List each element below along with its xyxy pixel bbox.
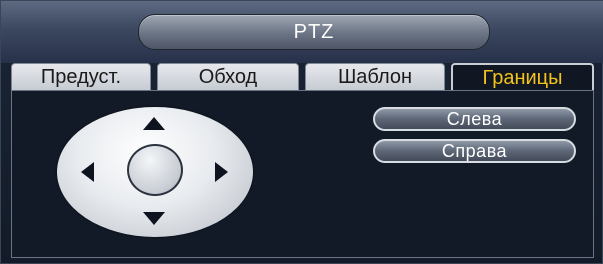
- tab-tour[interactable]: Обход: [157, 63, 299, 91]
- direction-pad: [57, 107, 253, 237]
- tab-limits[interactable]: Границы: [451, 63, 594, 91]
- ptz-window: PTZ Предуст. Обход Шаблон Границы Слева …: [0, 0, 603, 264]
- title-bar: PTZ: [1, 1, 603, 63]
- arrow-right-icon[interactable]: [215, 162, 228, 182]
- dpad-center-button[interactable]: [127, 144, 183, 196]
- set-left-limit-button[interactable]: Слева: [373, 107, 576, 131]
- arrow-down-icon[interactable]: [143, 212, 165, 225]
- tab-bar: Предуст. Обход Шаблон Границы: [11, 63, 594, 91]
- tab-pattern[interactable]: Шаблон: [305, 63, 445, 91]
- arrow-left-icon[interactable]: [81, 162, 94, 182]
- set-right-limit-button[interactable]: Справа: [373, 139, 576, 163]
- window-title: PTZ: [138, 14, 490, 50]
- tab-presets[interactable]: Предуст.: [11, 63, 151, 91]
- arrow-up-icon[interactable]: [143, 117, 165, 130]
